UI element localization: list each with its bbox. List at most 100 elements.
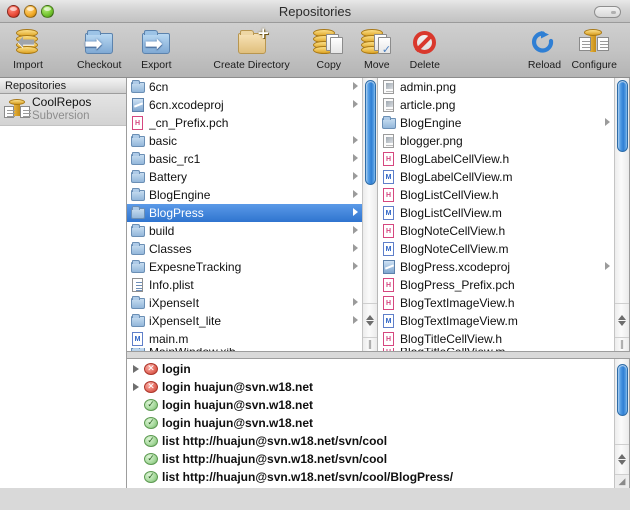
scroll-up-arrow-icon[interactable] <box>618 454 626 459</box>
export-button[interactable]: ➡ Export <box>134 26 178 76</box>
copy-button[interactable]: Copy <box>307 26 351 76</box>
list-item[interactable]: article.png <box>378 96 614 114</box>
sidebar-item-coolrepos[interactable]: CoolRepos Subversion <box>0 94 126 126</box>
scroll-down-arrow-icon[interactable] <box>366 321 374 326</box>
column-2-scroll-thumb[interactable] <box>617 80 628 152</box>
list-item[interactable]: BlogEngine <box>378 114 614 132</box>
chevron-right-icon[interactable] <box>353 262 358 270</box>
column-1-scroll-grip[interactable]: ‖ <box>363 337 377 351</box>
disclosure-triangle-icon[interactable] <box>133 365 142 373</box>
log-scroll-arrows[interactable] <box>615 444 629 474</box>
reload-button[interactable]: Reload <box>522 26 566 76</box>
list-item-selected[interactable]: BlogPress <box>127 204 362 222</box>
column-1-scrollbar[interactable]: ‖ <box>362 78 377 351</box>
log-row[interactable]: ✓ login huajun@svn.w18.net <box>127 396 614 414</box>
import-button[interactable]: ⬅ Import <box>6 26 50 76</box>
list-item[interactable]: H _cn_Prefix.pch <box>127 114 362 132</box>
chevron-right-icon[interactable] <box>353 208 358 216</box>
column-2-scroll-grip[interactable]: ‖ <box>615 337 629 351</box>
list-item[interactable]: iXpenseIt_lite <box>127 312 362 330</box>
list-item[interactable]: H BlogPress_Prefix.pch <box>378 276 614 294</box>
list-item[interactable]: 6cn.xcodeproj <box>127 96 362 114</box>
checkout-button[interactable]: ➡ Checkout <box>72 26 126 76</box>
chevron-right-icon[interactable] <box>353 82 358 90</box>
database-move-icon: ✓ <box>360 26 394 58</box>
list-item[interactable]: M BlogTextImageView.m <box>378 312 614 330</box>
scroll-down-arrow-icon[interactable] <box>618 321 626 326</box>
disclosure-triangle-icon[interactable] <box>133 383 142 391</box>
chevron-right-icon[interactable] <box>605 118 610 126</box>
list-item[interactable]: iXpenseIt <box>127 294 362 312</box>
activity-log-panel: ✕ login ✕ login huajun@svn.w18.net ✓ log… <box>127 358 630 488</box>
list-item[interactable]: H BlogNoteCellView.h <box>378 222 614 240</box>
list-item[interactable]: build <box>127 222 362 240</box>
configure-button[interactable]: Configure <box>566 26 622 76</box>
list-item[interactable]: admin.png <box>378 78 614 96</box>
chevron-right-icon[interactable] <box>605 262 610 270</box>
folder-checkout-icon: ➡ <box>82 26 116 58</box>
success-status-icon: ✓ <box>144 417 158 429</box>
list-item[interactable]: ExpesneTracking <box>127 258 362 276</box>
list-item[interactable]: blogger.png <box>378 132 614 150</box>
log-row[interactable]: ✕ login huajun@svn.w18.net <box>127 378 614 396</box>
list-item[interactable]: M BlogListCellView.m <box>378 204 614 222</box>
list-item[interactable]: basic_rc1 <box>127 150 362 168</box>
image-file-icon <box>381 133 398 149</box>
log-scroll-track[interactable] <box>615 359 629 444</box>
window-resize-handle[interactable]: ◢ <box>615 474 629 488</box>
chevron-right-icon[interactable] <box>353 226 358 234</box>
column-2-scroll-arrows[interactable] <box>615 303 629 337</box>
list-item-label: BlogEngine <box>400 116 462 130</box>
chevron-right-icon[interactable] <box>353 316 358 324</box>
list-item-label: BlogLabelCellView.h <box>400 152 510 166</box>
log-scroll-thumb[interactable] <box>617 364 628 416</box>
list-item-label: Info.plist <box>149 278 194 292</box>
error-status-icon: ✕ <box>144 363 158 375</box>
list-item[interactable]: MainWindow.xib <box>127 348 362 351</box>
log-row[interactable]: ✓ login huajun@svn.w18.net <box>127 414 614 432</box>
move-button[interactable]: ✓ Move <box>355 26 399 76</box>
list-item[interactable]: H BlogTextImageView.h <box>378 294 614 312</box>
toolbar-toggle-button[interactable] <box>594 6 621 18</box>
log-row[interactable]: ✓ list http://huajun@svn.w18.net/svn/coo… <box>127 468 614 486</box>
log-row[interactable]: ✕ login <box>127 360 614 378</box>
column-2-scrollbar[interactable]: ‖ <box>614 78 629 351</box>
list-item[interactable]: BlogEngine <box>127 186 362 204</box>
list-item-label: BlogLabelCellView.m <box>400 170 513 184</box>
scroll-down-arrow-icon[interactable] <box>618 460 626 465</box>
column-1-scroll-track[interactable] <box>363 78 377 303</box>
scroll-up-arrow-icon[interactable] <box>366 315 374 320</box>
list-item[interactable]: Mmain.m <box>127 330 362 348</box>
column-2-scroll-track[interactable] <box>615 78 629 303</box>
scroll-up-arrow-icon[interactable] <box>618 315 626 320</box>
list-item[interactable]: Classes <box>127 240 362 258</box>
list-item[interactable]: HBlogTitleCellView.m <box>378 348 614 351</box>
list-item[interactable]: M BlogLabelCellView.m <box>378 168 614 186</box>
repositories-sidebar: Repositories CoolRepos Subversion <box>0 78 127 488</box>
list-item[interactable]: basic <box>127 132 362 150</box>
chevron-right-icon[interactable] <box>353 190 358 198</box>
column-1-scroll-thumb[interactable] <box>365 80 376 185</box>
column-1-scroll-arrows[interactable] <box>363 303 377 337</box>
list-item[interactable]: H BlogTitleCellView.h <box>378 330 614 348</box>
list-item[interactable]: M BlogNoteCellView.m <box>378 240 614 258</box>
chevron-right-icon[interactable] <box>353 136 358 144</box>
create-directory-button[interactable]: + Create Directory <box>208 26 294 76</box>
list-item[interactable]: Info.plist <box>127 276 362 294</box>
log-scrollbar[interactable]: ◢ <box>614 359 629 488</box>
delete-button[interactable]: Delete <box>403 26 447 76</box>
list-item[interactable]: 6cn <box>127 78 362 96</box>
chevron-right-icon[interactable] <box>353 100 358 108</box>
log-row[interactable]: ✓ list http://huajun@svn.w18.net/svn/coo… <box>127 450 614 468</box>
window-title: Repositories <box>278 4 352 19</box>
list-item[interactable]: BlogPress.xcodeproj <box>378 258 614 276</box>
list-item[interactable]: H BlogLabelCellView.h <box>378 150 614 168</box>
list-item[interactable]: H BlogListCellView.h <box>378 186 614 204</box>
chevron-right-icon[interactable] <box>353 244 358 252</box>
chevron-right-icon[interactable] <box>353 172 358 180</box>
chevron-right-icon[interactable] <box>353 298 358 306</box>
list-item[interactable]: Battery <box>127 168 362 186</box>
log-row[interactable]: ✓ list http://huajun@svn.w18.net/svn/coo… <box>127 432 614 450</box>
list-item-label: _cn_Prefix.pch <box>149 116 229 130</box>
chevron-right-icon[interactable] <box>353 154 358 162</box>
